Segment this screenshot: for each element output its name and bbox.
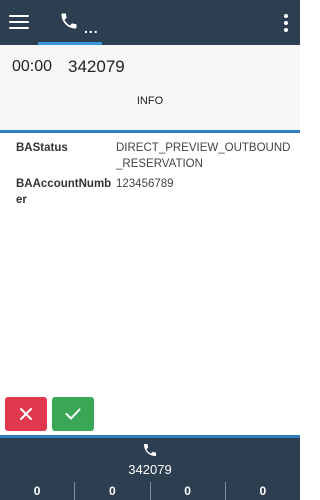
accept-call-button[interactable] [52,397,94,431]
bottom-call-bar[interactable]: 342079 0 0 0 0 [0,435,300,500]
phone-icon [61,13,77,29]
top-app-bar: ... [0,0,300,45]
phone-icon [144,444,156,456]
field-value: 123456789 [116,178,174,190]
tab-info[interactable]: INFO [0,95,300,107]
field-label: BAAccountNumber [16,178,112,206]
check-icon [65,408,81,420]
vertical-dots-icon[interactable] [284,14,288,32]
counter-2: 0 [74,482,149,500]
hamburger-menu-icon[interactable] [9,15,29,31]
bottom-bar-divider [0,435,300,438]
counter-4: 0 [224,482,300,500]
counter-3: 0 [149,482,225,500]
reject-call-button[interactable] [5,397,47,431]
counter-1: 0 [33,484,41,498]
call-timer: 00:00 [12,58,53,75]
field-value: DIRECT_PREVIEW_OUTBOUND_RESERVATION [116,142,291,170]
call-info-header: 00:00 342079 INFO [0,45,300,131]
field-label: BAStatus [16,142,68,154]
tab-divider [0,130,300,133]
close-icon [20,408,32,420]
active-call-number: 342079 [128,462,172,477]
call-tab-more-indicator: ... [84,20,99,36]
counter-strip: 0 0 0 0 [0,482,300,500]
call-number: 342079 [68,57,125,76]
call-tab[interactable]: ... [38,0,102,45]
